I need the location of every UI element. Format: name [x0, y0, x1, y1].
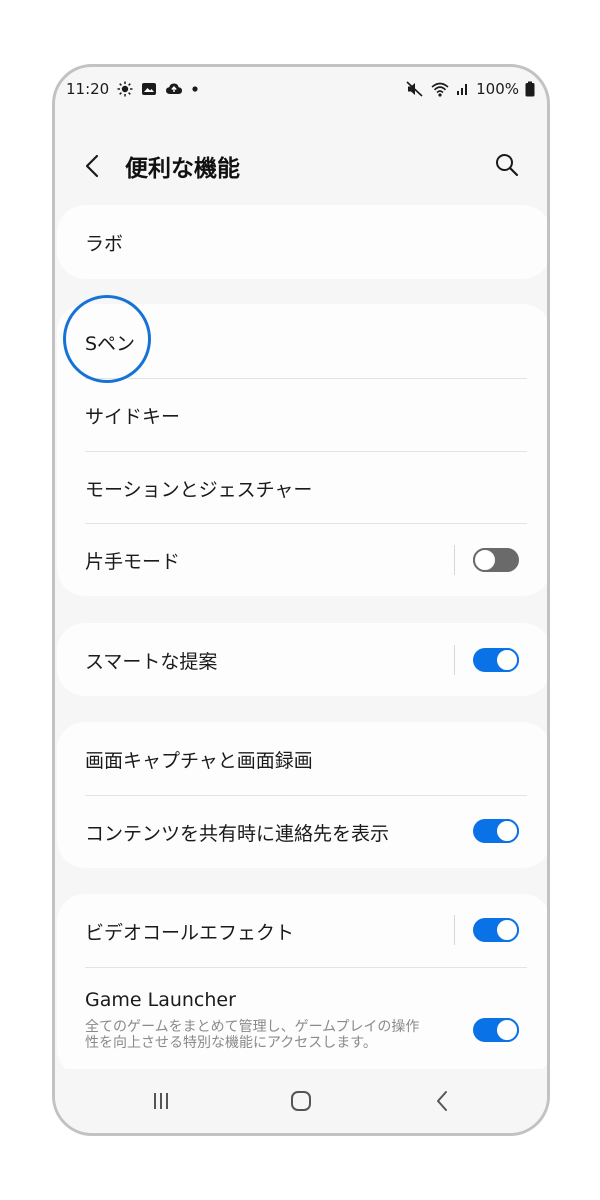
- side-key-item[interactable]: サイドキー: [57, 378, 547, 451]
- screenshots-item[interactable]: 画面キャプチャと画面録画: [57, 722, 547, 795]
- smart-suggestions-label: スマートな提案: [85, 651, 218, 673]
- vertical-separator: [454, 915, 455, 945]
- one-hand-mode-label: 片手モード: [85, 551, 181, 573]
- share-contacts-label: コンテンツを共有時に連絡先を表示: [85, 823, 390, 845]
- video-call-effects-label: ビデオコールエフェクト: [85, 922, 295, 944]
- motions-item[interactable]: モーションとジェスチャー: [57, 451, 547, 523]
- game-launcher-label: Game Launcher: [85, 989, 236, 1011]
- smart-suggestions-toggle[interactable]: [473, 648, 519, 672]
- smart-suggestions-item[interactable]: スマートな提案: [57, 623, 547, 696]
- toggle-knob: [495, 918, 519, 942]
- vertical-separator: [454, 645, 455, 675]
- search-icon: [496, 154, 519, 177]
- recents-button[interactable]: [143, 1087, 179, 1115]
- back-icon: [437, 1091, 447, 1111]
- vertical-separator: [454, 545, 455, 575]
- mute-icon: [406, 81, 424, 97]
- back-button[interactable]: [81, 151, 105, 181]
- status-bar: 11:20 100%: [55, 67, 547, 113]
- screenshots-label: 画面キャプチャと画面録画: [85, 750, 313, 772]
- toggle-knob: [495, 1018, 519, 1042]
- game-launcher-item[interactable]: Game Launcher 全てのゲームをまとめて管理し、ゲームプレイの操作性を…: [57, 967, 547, 1077]
- navigation-bar: [55, 1069, 547, 1133]
- labs-group: ラボ: [57, 205, 547, 279]
- game-launcher-description: 全てのゲームをまとめて管理し、ゲームプレイの操作性を向上させる特別な機能にアクセ…: [85, 1019, 420, 1051]
- toggle-knob: [495, 819, 519, 843]
- toggle-knob: [495, 648, 519, 672]
- status-left: 11:20: [66, 80, 199, 98]
- cloud-icon: [165, 82, 183, 96]
- video-call-effects-item[interactable]: ビデオコールエフェクト: [57, 894, 547, 967]
- battery-percentage: 100%: [476, 80, 519, 98]
- labs-label: ラボ: [85, 233, 124, 255]
- home-icon: [291, 1091, 311, 1111]
- sun-icon: [117, 81, 133, 97]
- labs-item[interactable]: ラボ: [57, 205, 547, 279]
- gallery-icon: [141, 82, 157, 96]
- one-hand-mode-toggle[interactable]: [473, 548, 519, 572]
- dot-icon: [191, 85, 199, 93]
- share-contacts-item[interactable]: コンテンツを共有時に連絡先を表示: [57, 795, 547, 868]
- video-call-effects-toggle[interactable]: [473, 918, 519, 942]
- side-key-label: サイドキー: [85, 406, 181, 428]
- chevron-left-icon: [85, 154, 99, 178]
- motions-label: モーションとジェスチャー: [85, 479, 313, 501]
- nav-back-button[interactable]: [425, 1087, 461, 1115]
- wifi-icon: [430, 81, 450, 97]
- status-right: 100%: [406, 80, 535, 98]
- advanced-features-group: Sペン サイドキー モーションとジェスチャー 片手モード: [57, 304, 547, 596]
- page-header: 便利な機能: [55, 143, 547, 189]
- signal-icon: [456, 82, 470, 96]
- phone-frame: 11:20 100% 便利な機能 ラボ Sペン サイドキー モーションとジェスチ…: [52, 64, 550, 1136]
- share-contacts-toggle[interactable]: [473, 819, 519, 843]
- battery-icon: [525, 81, 535, 97]
- home-button[interactable]: [283, 1087, 319, 1115]
- game-launcher-toggle[interactable]: [473, 1018, 519, 1042]
- toggle-knob: [473, 548, 497, 572]
- page-title: 便利な機能: [125, 156, 240, 182]
- s-pen-item[interactable]: Sペン: [57, 304, 547, 378]
- search-button[interactable]: [493, 151, 521, 179]
- s-pen-label: Sペン: [85, 333, 136, 355]
- smart-suggestions-group: スマートな提案: [57, 623, 547, 696]
- one-hand-mode-item[interactable]: 片手モード: [57, 523, 547, 596]
- status-time: 11:20: [66, 80, 110, 98]
- recents-icon: [154, 1093, 168, 1109]
- capture-share-group: 画面キャプチャと画面録画 コンテンツを共有時に連絡先を表示: [57, 722, 547, 868]
- media-group: ビデオコールエフェクト Game Launcher 全てのゲームをまとめて管理し…: [57, 894, 547, 1077]
